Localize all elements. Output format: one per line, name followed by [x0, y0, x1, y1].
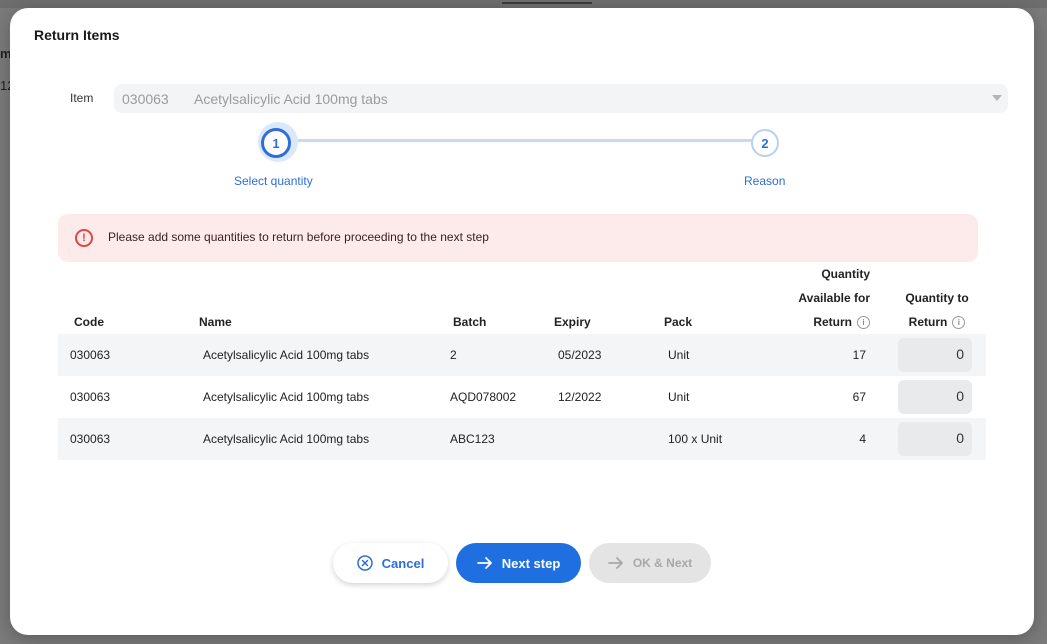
cell-name: Acetylsalicylic Acid 100mg tabs	[203, 390, 370, 404]
column-header-code: Code	[74, 315, 104, 329]
column-header-available-line1: Quantity	[821, 267, 870, 281]
arrow-right-icon	[607, 556, 624, 570]
alert-message: Please add some quantities to return bef…	[108, 230, 489, 244]
next-step-label: Next step	[501, 555, 561, 571]
background-active-tab	[502, 2, 592, 4]
step-1-indicator[interactable]: 1	[261, 128, 291, 158]
column-header-pack: Pack	[664, 315, 693, 329]
modal-title: Return Items	[34, 27, 120, 43]
column-header-return-line2: Return i	[890, 315, 984, 329]
quantity-to-return-input[interactable]: 0	[898, 380, 972, 414]
cell-pack: Unit	[668, 390, 690, 404]
quantity-to-return-input[interactable]: 0	[898, 422, 972, 456]
cancel-label: Cancel	[381, 555, 425, 571]
chevron-down-icon	[992, 95, 1002, 101]
cell-available: 4	[859, 432, 866, 446]
info-icon[interactable]: i	[952, 316, 966, 329]
cell-code: 030063	[70, 348, 111, 362]
exclamation-circle-icon: !	[75, 229, 93, 247]
cancel-button[interactable]: Cancel	[333, 543, 448, 583]
column-header-name: Name	[199, 315, 232, 329]
step-1-label: Select quantity	[234, 174, 313, 188]
cell-code: 030063	[70, 390, 111, 404]
quantity-value: 0	[956, 346, 964, 362]
step-2-indicator[interactable]: 2	[751, 129, 779, 157]
info-icon[interactable]: i	[857, 316, 870, 329]
ok-next-button[interactable]: OK & Next	[589, 543, 711, 583]
cell-code: 030063	[70, 432, 111, 446]
quantity-value: 0	[956, 388, 964, 404]
table-row[interactable]: 030063 Acetylsalicylic Acid 100mg tabs A…	[58, 418, 986, 460]
item-select[interactable]: 030063 Acetylsalicylic Acid 100mg tabs	[114, 84, 1008, 113]
column-header-available-text: Return	[813, 315, 852, 329]
item-code: 030063	[122, 90, 169, 107]
cell-available: 67	[852, 390, 866, 404]
close-circle-icon	[356, 555, 373, 571]
cell-batch: AQD078002	[450, 390, 517, 404]
column-header-return-text: Return	[908, 315, 948, 329]
cell-name: Acetylsalicylic Acid 100mg tabs	[203, 432, 370, 446]
column-header-return-line1: Quantity to	[905, 291, 969, 305]
quantity-to-return-input[interactable]: 0	[898, 338, 972, 372]
item-name: Acetylsalicylic Acid 100mg tabs	[194, 90, 388, 107]
cell-available: 17	[852, 348, 866, 362]
item-label: Item	[70, 91, 94, 105]
next-step-button[interactable]: Next step	[456, 543, 581, 583]
quantity-value: 0	[956, 430, 964, 446]
cell-batch: 2	[450, 348, 457, 362]
cell-expiry: 12/2022	[558, 390, 602, 404]
table-row[interactable]: 030063 Acetylsalicylic Acid 100mg tabs A…	[58, 376, 986, 418]
stepper-progress-line	[294, 139, 753, 142]
cell-pack: 100 x Unit	[668, 432, 723, 446]
validation-alert: ! Please add some quantities to return b…	[58, 214, 978, 262]
column-header-available-line3: Return i	[770, 315, 870, 329]
column-header-batch: Batch	[453, 315, 487, 329]
cell-name: Acetylsalicylic Acid 100mg tabs	[203, 348, 370, 362]
step-2-label: Reason	[744, 174, 786, 188]
return-items-modal: Return Items Item 030063 Acetylsalicylic…	[10, 8, 1034, 635]
ok-next-label: OK & Next	[632, 556, 693, 570]
table-row[interactable]: 030063 Acetylsalicylic Acid 100mg tabs 2…	[58, 334, 986, 376]
arrow-right-icon	[476, 556, 493, 570]
cell-pack: Unit	[668, 348, 690, 362]
column-header-expiry: Expiry	[554, 315, 591, 329]
cell-expiry: 05/2023	[558, 348, 602, 362]
cell-batch: ABC123	[450, 432, 495, 446]
column-header-available-line2: Available for	[798, 291, 870, 305]
